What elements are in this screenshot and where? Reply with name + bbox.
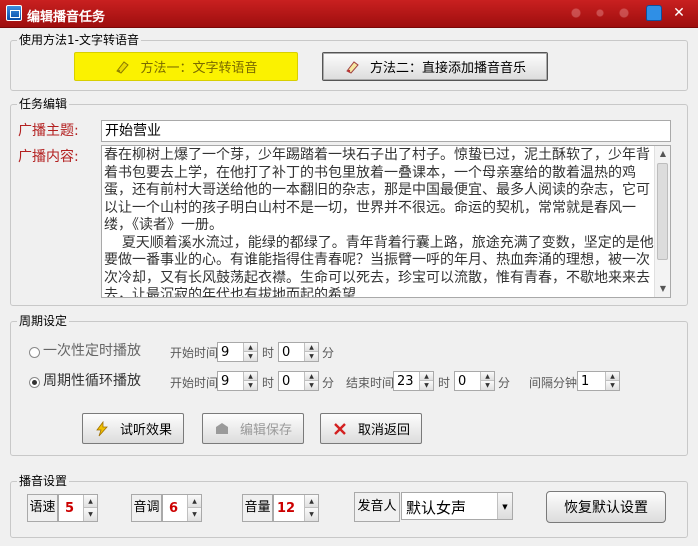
end-hour-label: 时: [438, 376, 451, 390]
repeat-end-hour-value: 23: [397, 374, 414, 389]
speaker-select[interactable]: 默认女声 ▼: [401, 492, 513, 520]
once-min-label: 分: [322, 346, 335, 360]
once-start-hour-value: 9: [221, 345, 230, 360]
spin-down-icon[interactable]: ▼: [243, 352, 257, 361]
end-time-label: 结束时间: [346, 376, 395, 390]
spin-up-icon[interactable]: ▲: [83, 495, 97, 508]
cycle-group-label: 周期设定: [17, 314, 70, 328]
spin-down-icon[interactable]: ▼: [304, 508, 318, 521]
volume-label: 音量: [242, 494, 273, 522]
speaker-label: 发音人: [354, 492, 400, 522]
chevron-down-icon[interactable]: ▼: [497, 493, 512, 519]
tts-method-label: 方法一：文字转语音: [140, 61, 258, 76]
volume-spin[interactable]: 12 ▲ ▼: [273, 494, 319, 522]
end-min-label: 分: [498, 376, 511, 390]
once-start-min-value: 0: [282, 345, 291, 360]
skin-icon[interactable]: [646, 5, 662, 21]
topic-label: 广播主题:: [18, 123, 79, 139]
spin-up-icon[interactable]: ▲: [480, 372, 494, 381]
title-bar: 编辑播音任务 ✕: [0, 0, 698, 28]
topic-input[interactable]: 开始营业: [101, 120, 671, 142]
spin-down-icon[interactable]: ▼: [243, 381, 257, 390]
save-button[interactable]: 编辑保存: [202, 413, 304, 444]
spin-down-icon[interactable]: ▼: [187, 508, 201, 521]
interval-value: 1: [581, 374, 590, 389]
repeat-hour-label: 时: [262, 376, 275, 390]
speed-value: 5: [65, 501, 75, 516]
repeat-end-min[interactable]: 0 ▲ ▼: [454, 371, 495, 391]
content-text: 春在柳树上爆了一个芽，少年踢踏着一块石子出了村子。惊蛰已过，泥土酥软了，少年背着…: [104, 147, 654, 298]
volume-value: 12: [277, 501, 296, 516]
pitch-label: 音调: [131, 494, 162, 522]
window-title: 编辑播音任务: [27, 10, 106, 25]
spin-down-icon[interactable]: ▼: [83, 508, 97, 521]
tts-method-button[interactable]: 方法一：文字转语音: [74, 52, 298, 81]
lightning-icon: [94, 420, 110, 437]
spin-up-icon[interactable]: ▲: [243, 372, 257, 381]
repeat-start-hour-value: 9: [221, 374, 230, 389]
tag-icon: [214, 421, 230, 437]
scroll-down-icon[interactable]: ▼: [655, 281, 670, 297]
spin-up-icon[interactable]: ▲: [419, 372, 433, 381]
pitch-spin[interactable]: 6 ▲ ▼: [162, 494, 202, 522]
content-scrollbar[interactable]: ▲ ▼: [654, 146, 670, 297]
reset-defaults-label: 恢复默认设置: [564, 500, 648, 516]
once-start-label: 开始时间: [170, 346, 219, 360]
interval-spin[interactable]: 1 ▲ ▼: [577, 371, 620, 391]
spin-up-icon[interactable]: ▲: [605, 372, 619, 381]
content-label: 广播内容:: [18, 149, 79, 165]
cancel-label: 取消返回: [357, 423, 410, 438]
once-start-min[interactable]: 0 ▲ ▼: [278, 342, 319, 362]
spin-up-icon[interactable]: ▲: [304, 343, 318, 352]
repeat-start-min[interactable]: 0 ▲ ▼: [278, 371, 319, 391]
music-method-button[interactable]: 方法二：直接添加播音音乐: [322, 52, 548, 81]
spin-down-icon[interactable]: ▼: [480, 381, 494, 390]
spin-down-icon[interactable]: ▼: [605, 381, 619, 390]
scroll-up-icon[interactable]: ▲: [655, 146, 670, 162]
close-button[interactable]: ✕: [670, 5, 688, 22]
spin-down-icon[interactable]: ▼: [304, 352, 318, 361]
preview-label: 试听效果: [119, 423, 172, 438]
repeat-min-label: 分: [322, 376, 335, 390]
music-icon: [344, 59, 360, 75]
spin-up-icon[interactable]: ▲: [304, 372, 318, 381]
spin-down-icon[interactable]: ▼: [419, 381, 433, 390]
repeat-start-hour[interactable]: 9 ▲ ▼: [217, 371, 258, 391]
spin-up-icon[interactable]: ▲: [243, 343, 257, 352]
spin-up-icon[interactable]: ▲: [187, 495, 201, 508]
once-label[interactable]: 一次性定时播放: [43, 343, 141, 359]
app-icon: [6, 5, 22, 21]
repeat-label[interactable]: 周期性循环播放: [43, 373, 141, 389]
repeat-start-min-value: 0: [282, 374, 291, 389]
music-method-label: 方法二：直接添加播音音乐: [369, 61, 526, 76]
save-label: 编辑保存: [239, 423, 292, 438]
close-icon: [332, 421, 348, 437]
once-radio[interactable]: [29, 347, 40, 358]
preview-button[interactable]: 试听效果: [82, 413, 184, 444]
pitch-value: 6: [169, 501, 179, 516]
task-group-label: 任务编辑: [17, 97, 70, 111]
interval-label: 间隔分钟: [529, 376, 578, 390]
repeat-end-min-value: 0: [458, 374, 467, 389]
repeat-start-label: 开始时间: [170, 376, 219, 390]
once-hour-label: 时: [262, 346, 275, 360]
title-decoration: [560, 3, 640, 23]
speed-label: 语速: [27, 494, 58, 522]
spin-up-icon[interactable]: ▲: [304, 495, 318, 508]
scroll-thumb[interactable]: [657, 163, 668, 260]
tts-icon: [114, 59, 130, 75]
spin-down-icon[interactable]: ▼: [304, 381, 318, 390]
speaker-value: 默认女声: [406, 499, 467, 517]
repeat-end-hour[interactable]: 23 ▲ ▼: [393, 371, 434, 391]
repeat-radio[interactable]: [29, 377, 40, 388]
reset-defaults-button[interactable]: 恢复默认设置: [546, 491, 666, 523]
voice-group-label: 播音设置: [17, 474, 70, 488]
cancel-button[interactable]: 取消返回: [320, 413, 422, 444]
method-group-label: 使用方法1-文字转语音: [17, 33, 141, 47]
speed-spin[interactable]: 5 ▲ ▼: [58, 494, 98, 522]
content-textarea[interactable]: 春在柳树上爆了一个芽，少年踢踏着一块石子出了村子。惊蛰已过，泥土酥软了，少年背着…: [101, 145, 671, 298]
once-start-hour[interactable]: 9 ▲ ▼: [217, 342, 258, 362]
